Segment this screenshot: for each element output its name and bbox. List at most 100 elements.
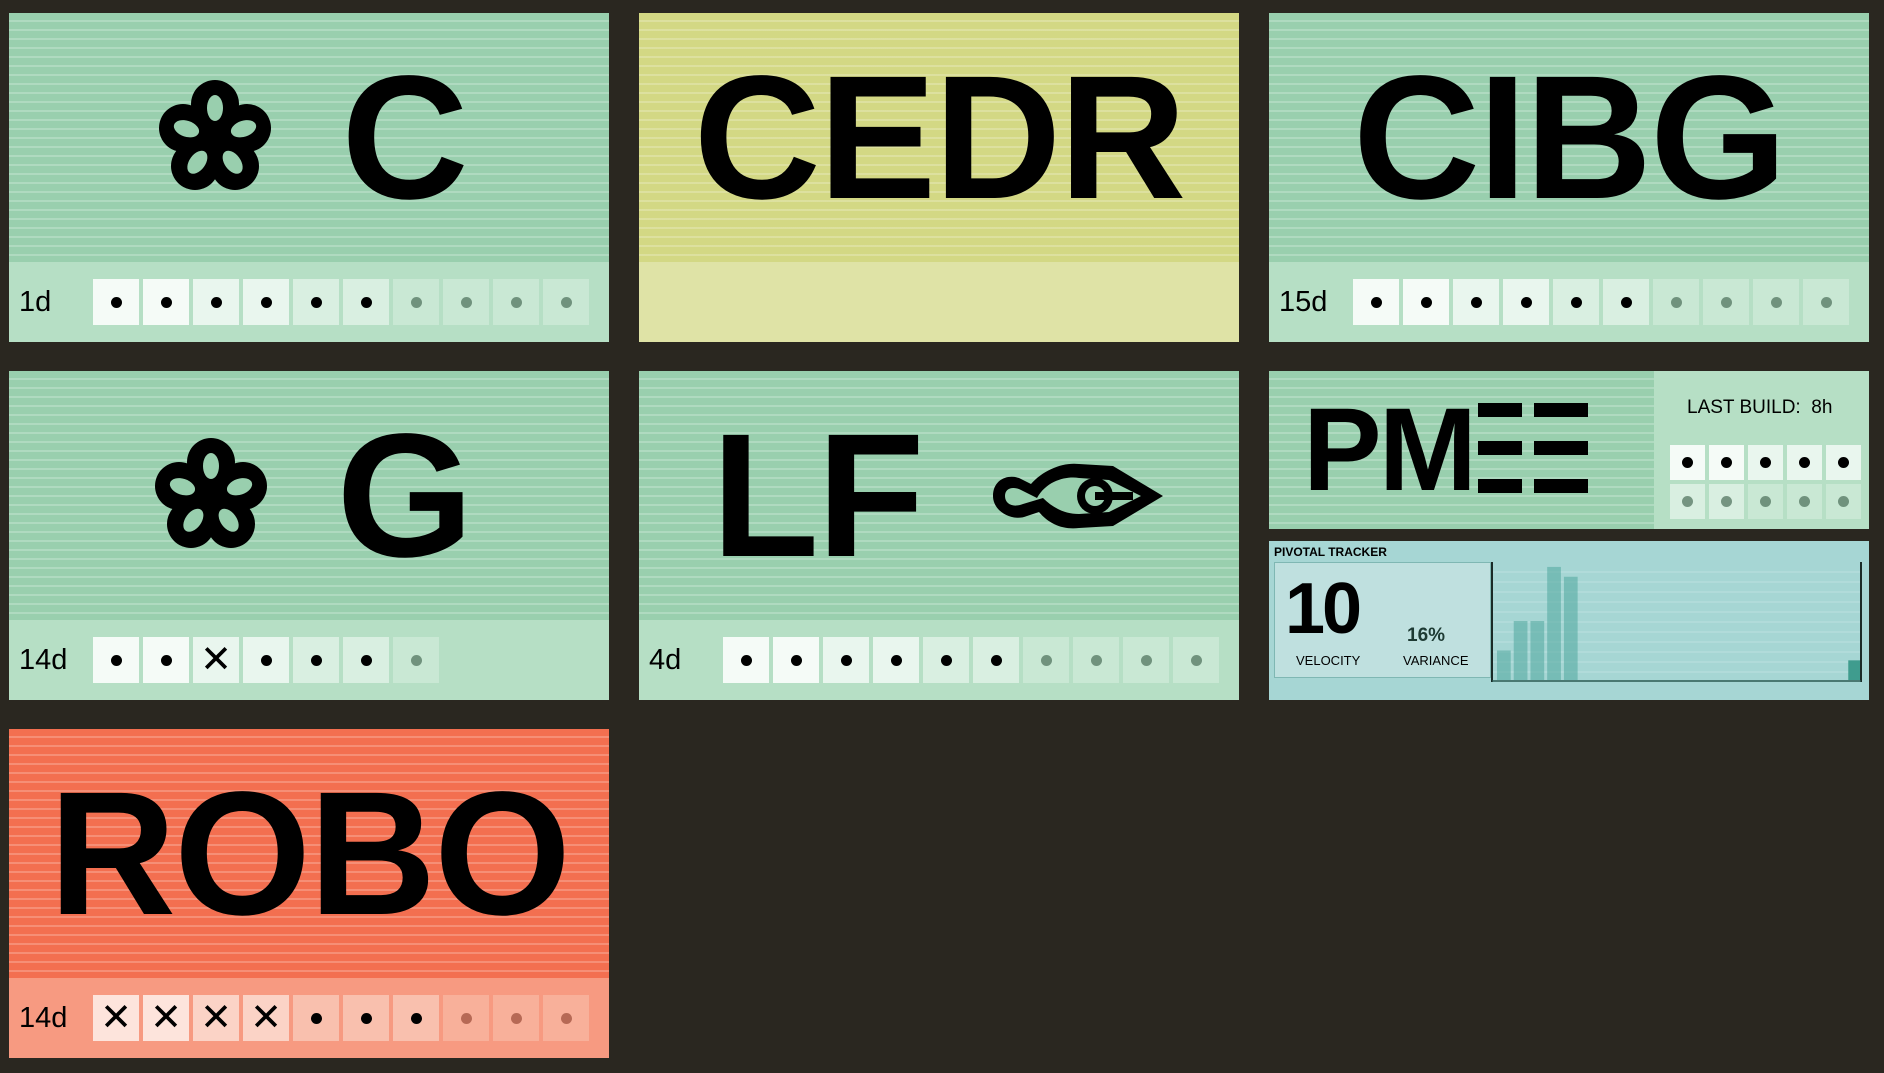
build-square[interactable]: [1173, 637, 1219, 683]
pivotal-tracker-widget[interactable]: PIVOTAL TRACKER 10 VELOCITY 16% VARIANCE: [1269, 541, 1869, 700]
build-square[interactable]: [873, 637, 919, 683]
build-square[interactable]: [393, 637, 439, 683]
velocity-value: 10: [1285, 569, 1362, 649]
project-label: CIBG: [1353, 39, 1787, 236]
velocity-bar: [1497, 650, 1511, 680]
build-history: [93, 279, 589, 325]
build-square[interactable]: [293, 279, 339, 325]
flower-icon: [147, 432, 275, 560]
build-square[interactable]: [1023, 637, 1069, 683]
build-square[interactable]: [343, 995, 389, 1041]
build-square[interactable]: [1670, 445, 1705, 480]
tile-footer: 14d ✕: [9, 620, 609, 700]
close-icon: ✕: [250, 997, 282, 1039]
build-square-failed[interactable]: ✕: [243, 995, 289, 1041]
build-square[interactable]: [293, 637, 339, 683]
build-square[interactable]: [393, 995, 439, 1041]
tracker-title: PIVOTAL TRACKER: [1274, 545, 1387, 559]
velocity-bar: [1530, 621, 1545, 680]
build-square[interactable]: [823, 637, 869, 683]
build-square[interactable]: [923, 637, 969, 683]
velocity-bar: [1848, 660, 1862, 680]
build-square[interactable]: [1603, 279, 1649, 325]
build-square[interactable]: [293, 995, 339, 1041]
tile-header: CIBG: [1269, 13, 1869, 262]
build-square[interactable]: [1787, 484, 1822, 519]
build-square[interactable]: [1826, 445, 1861, 480]
stripes-icon: [1478, 402, 1588, 498]
build-square[interactable]: [543, 995, 589, 1041]
tile-footer: LAST BUILD: 8h: [1654, 371, 1869, 529]
build-history: ✕: [93, 637, 439, 683]
build-square-failed[interactable]: ✕: [193, 637, 239, 683]
project-tile-lf[interactable]: LF 4d: [639, 371, 1239, 700]
build-square[interactable]: [1709, 484, 1744, 519]
build-square[interactable]: [1748, 484, 1783, 519]
build-square[interactable]: [243, 279, 289, 325]
build-square[interactable]: [443, 995, 489, 1041]
build-square[interactable]: [1453, 279, 1499, 325]
build-square[interactable]: [1803, 279, 1849, 325]
project-label: ROBO: [49, 755, 571, 952]
last-build-value: 8h: [1811, 397, 1833, 418]
build-square[interactable]: [143, 279, 189, 325]
build-square[interactable]: [1503, 279, 1549, 325]
last-build-label: LAST BUILD:: [1687, 397, 1801, 418]
build-age: 1d: [19, 285, 52, 318]
tile-footer: 15d: [1269, 262, 1869, 342]
build-square[interactable]: [1709, 445, 1744, 480]
build-square[interactable]: [1787, 445, 1822, 480]
build-square[interactable]: [1653, 279, 1699, 325]
build-square[interactable]: [393, 279, 439, 325]
project-tile-cibg[interactable]: CIBG 15d: [1269, 13, 1869, 342]
build-square[interactable]: [493, 279, 539, 325]
build-square[interactable]: [1753, 279, 1799, 325]
tile-header: PM: [1269, 371, 1654, 529]
velocity-chart: [1491, 562, 1862, 682]
close-icon: ✕: [150, 997, 182, 1039]
velocity-bar: [1563, 576, 1578, 680]
tile-footer: 1d: [9, 262, 609, 342]
build-square[interactable]: [493, 995, 539, 1041]
build-square[interactable]: [243, 637, 289, 683]
build-square-failed[interactable]: ✕: [143, 995, 189, 1041]
project-label: C: [341, 39, 468, 236]
build-square[interactable]: [1670, 484, 1705, 519]
project-label: G: [336, 397, 474, 594]
build-square[interactable]: [543, 279, 589, 325]
build-square[interactable]: [343, 637, 389, 683]
build-square[interactable]: [1826, 484, 1861, 519]
build-square[interactable]: [93, 279, 139, 325]
build-square[interactable]: [1748, 445, 1783, 480]
velocity-label: VELOCITY: [1296, 653, 1361, 668]
project-tile-g[interactable]: G 14d ✕: [9, 371, 609, 700]
build-square[interactable]: [343, 279, 389, 325]
build-square[interactable]: [93, 637, 139, 683]
build-square[interactable]: [1703, 279, 1749, 325]
build-square[interactable]: [723, 637, 769, 683]
build-square[interactable]: [773, 637, 819, 683]
tile-header: ROBO: [9, 729, 609, 978]
project-tile-c[interactable]: C 1d: [9, 13, 609, 342]
tile-header: LF: [639, 371, 1239, 620]
build-square[interactable]: [1553, 279, 1599, 325]
project-tile-pm[interactable]: PM LAST BUILD: 8h: [1269, 371, 1869, 529]
variance-label: VARIANCE: [1403, 653, 1469, 668]
tile-footer: [639, 262, 1239, 342]
build-square[interactable]: [973, 637, 1019, 683]
tile-footer: 4d: [639, 620, 1239, 700]
build-history: [723, 637, 1219, 683]
build-square[interactable]: [1073, 637, 1119, 683]
project-label: PM: [1303, 384, 1477, 516]
build-square[interactable]: [443, 279, 489, 325]
close-icon: ✕: [200, 639, 232, 681]
project-tile-robo[interactable]: ROBO 14d ✕ ✕ ✕ ✕: [9, 729, 609, 1058]
build-square[interactable]: [1403, 279, 1449, 325]
build-square-failed[interactable]: ✕: [193, 995, 239, 1041]
build-square[interactable]: [193, 279, 239, 325]
project-tile-cedr[interactable]: CEDR: [639, 13, 1239, 342]
build-square[interactable]: [1123, 637, 1169, 683]
build-square[interactable]: [143, 637, 189, 683]
build-square-failed[interactable]: ✕: [93, 995, 139, 1041]
build-square[interactable]: [1353, 279, 1399, 325]
